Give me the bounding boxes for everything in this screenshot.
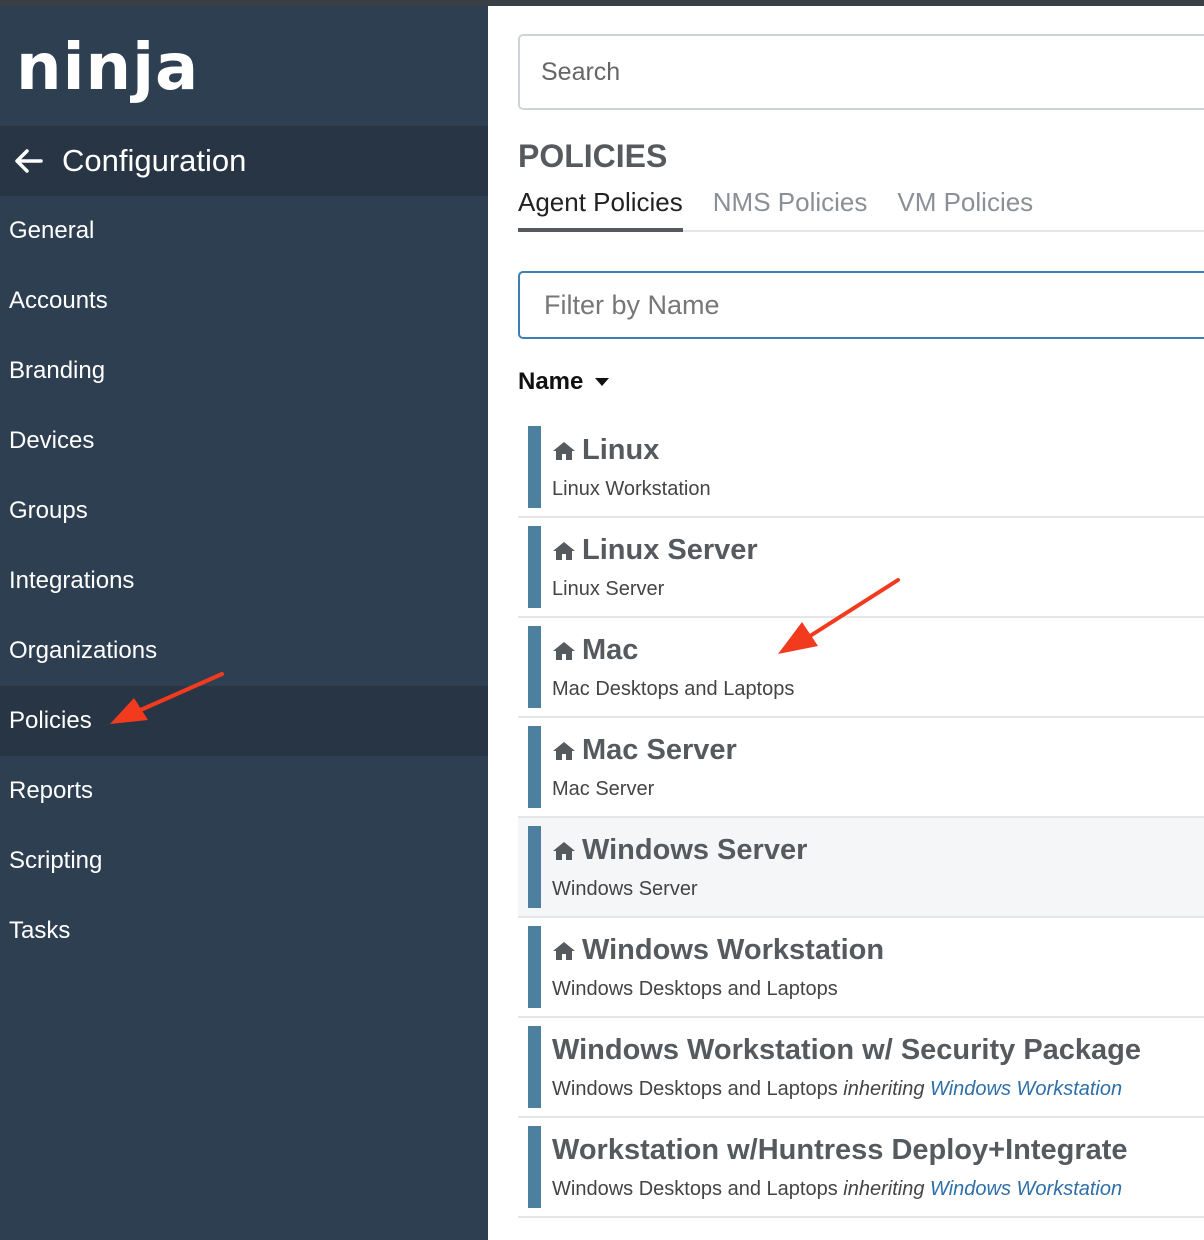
search-input[interactable] — [518, 34, 1204, 110]
home-icon — [552, 740, 576, 762]
policy-row-windows-server[interactable]: Windows Server Windows Server — [518, 818, 1204, 918]
row-accent-bar — [528, 926, 541, 1008]
sidebar: ninja Configuration General Accounts Bra… — [0, 6, 488, 1240]
parent-policy-link[interactable]: Windows Workstation — [930, 1078, 1122, 1100]
policy-name: Linux — [582, 434, 660, 466]
sidebar-item-branding[interactable]: Branding — [0, 336, 488, 406]
home-icon — [552, 840, 576, 862]
sidebar-item-scripting[interactable]: Scripting — [0, 826, 488, 896]
page-title: POLICIES — [518, 138, 668, 174]
tab-nms-policies[interactable]: NMS Policies — [713, 186, 868, 232]
policy-row-windows-workstation-security[interactable]: Windows Workstation w/ Security Package … — [518, 1018, 1204, 1118]
sidebar-item-organizations[interactable]: Organizations — [0, 616, 488, 686]
parent-policy-link[interactable]: Windows Workstation — [930, 1178, 1122, 1200]
name-sort-header[interactable]: Name — [518, 368, 610, 396]
policy-tabs: Agent Policies NMS Policies VM Policies — [518, 186, 1204, 232]
home-icon — [552, 640, 576, 662]
sidebar-header: Configuration — [0, 126, 488, 196]
home-icon — [552, 540, 576, 562]
policy-description: Windows Desktops and Laptops inheriting … — [552, 1078, 1122, 1101]
policy-description: Windows Server — [552, 878, 698, 900]
sidebar-item-integrations[interactable]: Integrations — [0, 546, 488, 616]
policy-row-linux-server[interactable]: Linux Server Linux Server — [518, 518, 1204, 618]
inheriting-label: inheriting — [843, 1078, 925, 1100]
tab-vm-policies[interactable]: VM Policies — [897, 186, 1033, 232]
caret-down-icon — [595, 378, 610, 386]
sidebar-title: Configuration — [62, 143, 247, 178]
policy-description: Linux Workstation — [552, 478, 711, 500]
sidebar-item-policies[interactable]: Policies — [0, 686, 488, 756]
policy-name: Mac — [582, 634, 639, 666]
policy-description: Windows Desktops and Laptops inheriting … — [552, 1178, 1122, 1201]
policy-description: Mac Server — [552, 778, 655, 800]
sidebar-nav: General Accounts Branding Devices Groups… — [0, 196, 488, 966]
row-accent-bar — [528, 826, 541, 908]
policy-name: Windows Workstation — [582, 934, 885, 966]
row-accent-bar — [528, 1026, 541, 1108]
policy-subtitle: Windows Desktops and Laptops — [552, 1078, 838, 1100]
policy-row-workstation-huntress[interactable]: Workstation w/Huntress Deploy+Integrate … — [518, 1118, 1204, 1218]
row-accent-bar — [528, 1126, 541, 1208]
policy-name: Windows Server — [582, 834, 808, 866]
policy-row-windows-workstation[interactable]: Windows Workstation Windows Desktops and… — [518, 918, 1204, 1018]
ninja-logo[interactable]: ninja — [16, 36, 199, 100]
sidebar-item-tasks[interactable]: Tasks — [0, 896, 488, 966]
policy-name: Windows Workstation w/ Security Package — [552, 1034, 1142, 1066]
policy-description: Mac Desktops and Laptops — [552, 678, 795, 700]
row-accent-bar — [528, 426, 541, 508]
row-accent-bar — [528, 526, 541, 608]
row-accent-bar — [528, 726, 541, 808]
inheriting-label: inheriting — [843, 1178, 925, 1200]
policy-row-mac-server[interactable]: Mac Server Mac Server — [518, 718, 1204, 818]
policy-subtitle: Windows Desktops and Laptops — [552, 1178, 838, 1200]
policy-description: Windows Desktops and Laptops — [552, 978, 838, 1000]
filter-by-name-input[interactable] — [518, 271, 1204, 339]
home-icon — [552, 440, 576, 462]
home-icon — [552, 940, 576, 962]
policy-name: Workstation w/Huntress Deploy+Integrate — [552, 1134, 1128, 1166]
policy-name: Mac Server — [582, 734, 737, 766]
row-accent-bar — [528, 626, 541, 708]
policy-description: Linux Server — [552, 578, 665, 600]
policy-name: Linux Server — [582, 534, 758, 566]
sidebar-item-general[interactable]: General — [0, 196, 488, 266]
policy-row-mac[interactable]: Mac Mac Desktops and Laptops — [518, 618, 1204, 718]
name-sort-label: Name — [518, 368, 584, 395]
sidebar-item-devices[interactable]: Devices — [0, 406, 488, 476]
sidebar-item-groups[interactable]: Groups — [0, 476, 488, 546]
policy-row-linux[interactable]: Linux Linux Workstation — [518, 418, 1204, 518]
main-content: POLICIES Agent Policies NMS Policies VM … — [488, 6, 1204, 1240]
sidebar-item-reports[interactable]: Reports — [0, 756, 488, 826]
policy-list: Linux Linux Workstation Linux Server Lin… — [518, 418, 1204, 1218]
back-arrow-icon[interactable] — [12, 144, 46, 178]
tab-agent-policies[interactable]: Agent Policies — [518, 186, 683, 232]
sidebar-item-accounts[interactable]: Accounts — [0, 266, 488, 336]
